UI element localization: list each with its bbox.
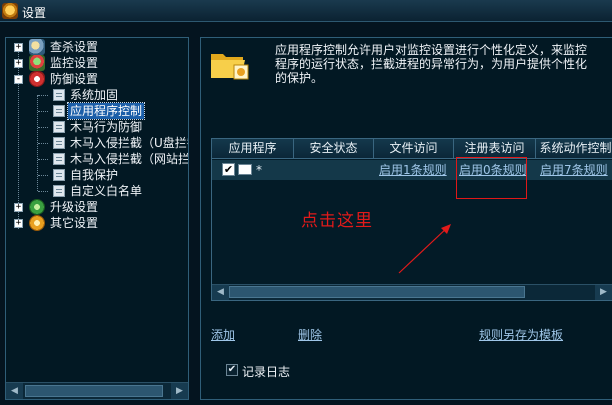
page-icon (53, 185, 65, 197)
title-bar: 设置 (0, 0, 612, 22)
log-label: 记录日志 (242, 365, 291, 379)
tree-line (38, 111, 48, 112)
sidebar-horizontal-scrollbar[interactable]: ◀ ▶ (6, 382, 188, 399)
sidebar-item-label: 查杀设置 (50, 40, 99, 54)
sidebar-item-monitor-settings[interactable]: + 监控设置 (6, 55, 188, 71)
sidebar-item-defense-settings[interactable]: - 防御设置 (6, 71, 188, 87)
rule-enabled-checkbox[interactable]: ✔ (222, 163, 235, 176)
sidebar-item-label: 应用程序控制 (66, 102, 146, 120)
scroll-thumb[interactable] (229, 286, 525, 298)
tree-line (38, 143, 48, 144)
sidebar-item-label: 监控设置 (50, 56, 99, 70)
sidebar-item-label: 木马入侵拦截（网站拦 (70, 152, 188, 166)
sidebar-item-scan-settings[interactable]: + 查杀设置 (6, 39, 188, 55)
table-horizontal-scrollbar[interactable]: ◀ ▶ (212, 284, 612, 300)
sidebar-item-label: 自定义白名单 (70, 184, 143, 198)
sidebar-item-label: 其它设置 (50, 216, 99, 230)
expand-icon[interactable]: + (14, 219, 23, 228)
page-icon (53, 169, 65, 181)
column-header-app[interactable]: 应用程序 (212, 139, 294, 158)
sidebar-item-label: 木马入侵拦截（U盘拦截 (70, 136, 188, 150)
delete-rule-link[interactable]: 删除 (298, 326, 322, 343)
app-control-panel: 应用程序控制允许用户对监控设置进行个性化定义，来监控程序的运行状态，拦截进程的异… (200, 37, 612, 400)
column-header-system-action[interactable]: 系统动作控制 (536, 139, 612, 158)
system-action-rules-link[interactable]: 启用7条规则 (540, 160, 612, 180)
sidebar-item-other-settings[interactable]: + 其它设置 (6, 215, 188, 231)
column-header-file-access[interactable]: 文件访问 (374, 139, 454, 158)
page-icon (53, 105, 65, 117)
sidebar-item-self-protection[interactable]: 自我保护 (6, 167, 188, 183)
scan-settings-icon (29, 39, 45, 55)
add-rule-link[interactable]: 添加 (211, 326, 235, 343)
tree-line (38, 127, 48, 128)
scroll-thumb[interactable] (25, 385, 163, 397)
scroll-right-icon[interactable]: ▶ (171, 383, 188, 399)
panel-description: 应用程序控制允许用户对监控设置进行个性化定义，来监控程序的运行状态，拦截进程的异… (275, 43, 588, 85)
page-icon (53, 153, 65, 165)
app-logo-icon (2, 3, 18, 19)
security-status-cell (294, 160, 374, 180)
scroll-left-icon[interactable]: ◀ (6, 383, 23, 399)
tree-line (38, 175, 48, 176)
app-icon (238, 164, 252, 175)
window-title: 设置 (22, 6, 47, 20)
shield-icon (29, 71, 45, 87)
sidebar-item-whitelist[interactable]: 自定义白名单 (6, 183, 188, 199)
sidebar-item-label: 自我保护 (70, 168, 119, 182)
tree-line (38, 159, 48, 160)
sidebar-item-label: 木马行为防御 (70, 120, 143, 134)
sidebar-item-web-intercept[interactable]: 木马入侵拦截（网站拦 (6, 151, 188, 167)
scroll-right-icon[interactable]: ▶ (595, 285, 612, 300)
sidebar-item-label: 系统加固 (70, 88, 119, 102)
page-icon (53, 137, 65, 149)
expand-icon[interactable]: + (14, 59, 23, 68)
settings-nav-panel: + 查杀设置 + 监控设置 - 防御设置 系统加固 应用程序控制 木马行为防御 … (5, 37, 189, 400)
monitor-settings-icon (29, 55, 45, 71)
upgrade-icon (29, 199, 45, 215)
app-name-cell: * (256, 163, 262, 177)
folder-icon (211, 54, 249, 80)
sidebar-item-label: 防御设置 (50, 72, 99, 86)
annotation-text: 点击这里 (301, 211, 373, 231)
file-access-rules-link[interactable]: 启用1条规则 (379, 160, 451, 180)
log-checkbox[interactable]: ✔ (226, 364, 238, 376)
other-settings-icon (29, 215, 45, 231)
column-header-security[interactable]: 安全状态 (294, 139, 374, 158)
table-header: 应用程序 安全状态 文件访问 注册表访问 系统动作控制 (212, 139, 612, 159)
sidebar-item-trojan-behavior[interactable]: 木马行为防御 (6, 119, 188, 135)
sidebar-item-system-hardening[interactable]: 系统加固 (6, 87, 188, 103)
sidebar-item-label: 升级设置 (50, 200, 99, 214)
expand-icon[interactable]: + (14, 203, 23, 212)
annotation-arrow-icon (398, 224, 451, 274)
page-icon (53, 89, 65, 101)
tree-line (38, 191, 48, 192)
sidebar-item-app-control[interactable]: 应用程序控制 (6, 102, 188, 120)
table-row[interactable]: ✔ * 启用1条规则 启用0条规则 启用7条规则 (212, 160, 612, 180)
sidebar-item-upgrade-settings[interactable]: + 升级设置 (6, 199, 188, 215)
collapse-icon[interactable]: - (14, 75, 23, 84)
column-header-registry-access[interactable]: 注册表访问 (454, 139, 536, 158)
sidebar-item-usb-intercept[interactable]: 木马入侵拦截（U盘拦截 (6, 135, 188, 151)
highlight-box (456, 157, 527, 199)
save-as-template-link[interactable]: 规则另存为模板 (479, 326, 563, 343)
scroll-left-icon[interactable]: ◀ (212, 285, 229, 300)
tree-line (38, 95, 48, 96)
page-icon (53, 121, 65, 133)
expand-icon[interactable]: + (14, 43, 23, 52)
